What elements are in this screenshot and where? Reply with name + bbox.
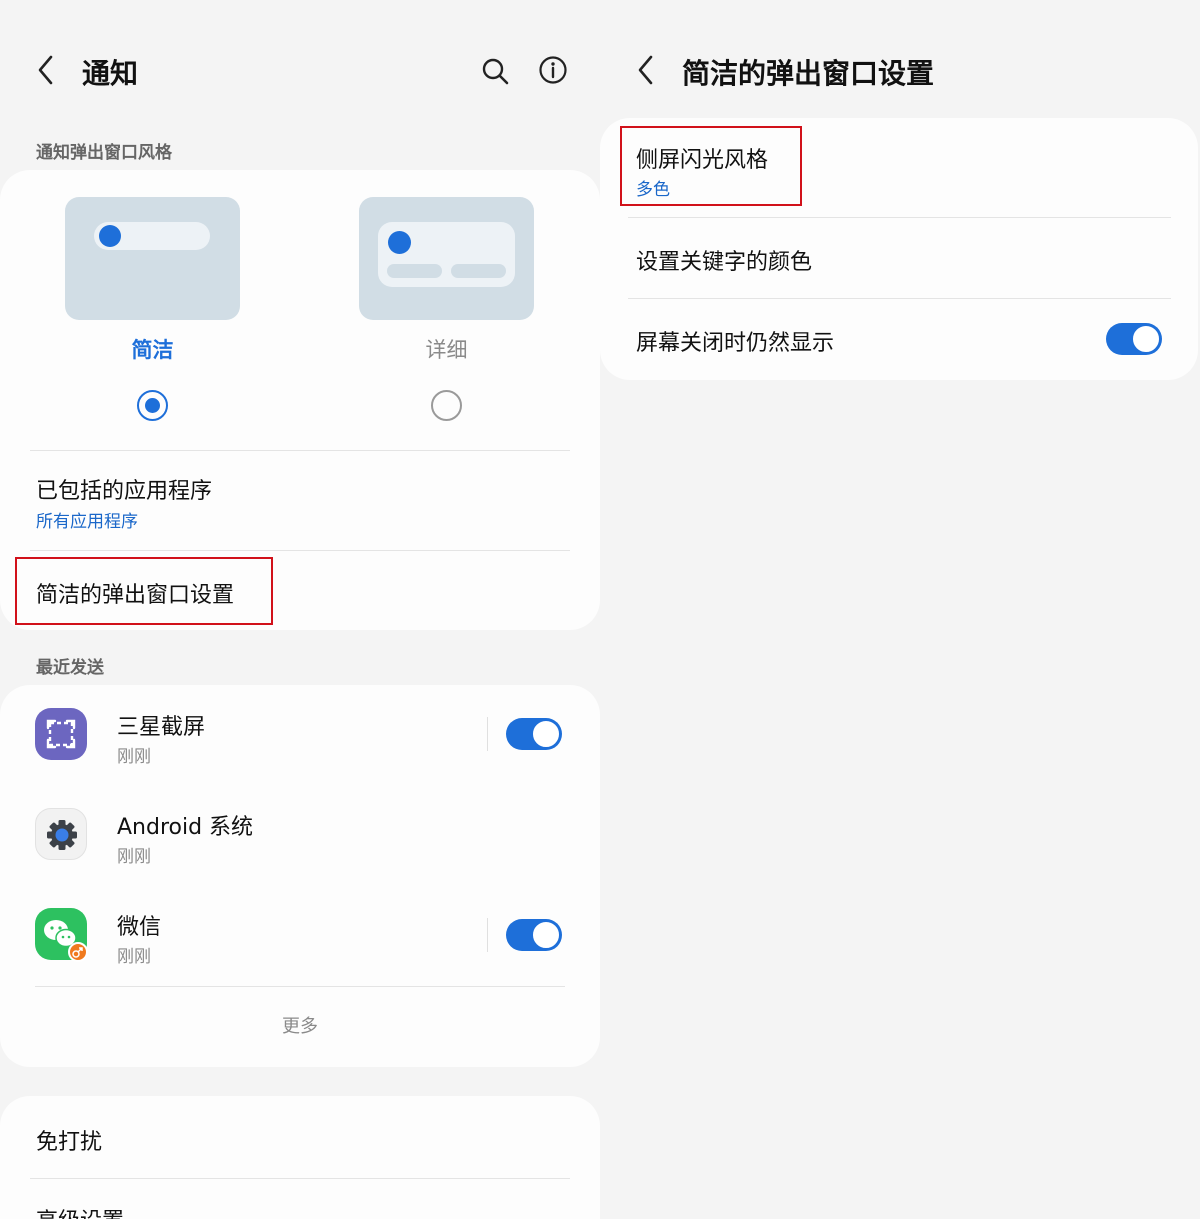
detailed-preview-dot bbox=[388, 231, 411, 254]
back-button[interactable] bbox=[28, 52, 64, 88]
info-icon bbox=[539, 56, 567, 84]
keyword-color-title: 设置关键字的颜色 bbox=[636, 250, 813, 275]
show-when-screen-off-title: 屏幕关闭时仍然显示 bbox=[636, 331, 835, 356]
brief-style-preview[interactable] bbox=[65, 197, 240, 320]
included-apps-title: 已包括的应用程序 bbox=[36, 479, 213, 504]
page-title: 通知 bbox=[82, 57, 139, 90]
link-icon bbox=[72, 947, 83, 958]
highlight-box bbox=[15, 557, 273, 625]
samsung-capture-toggle[interactable] bbox=[506, 718, 562, 750]
info-button[interactable] bbox=[536, 53, 570, 87]
toggle-knob bbox=[532, 921, 560, 949]
dnd-item[interactable]: 免打扰 bbox=[0, 1100, 600, 1178]
included-apps-subtitle: 所有应用程序 bbox=[36, 512, 138, 532]
detailed-preview-line-1 bbox=[387, 264, 442, 278]
gear-icon bbox=[47, 820, 77, 850]
advanced-settings-item[interactable]: 高级设置 bbox=[0, 1179, 600, 1219]
radio-detailed[interactable] bbox=[431, 390, 462, 421]
app-name: Android 系统 bbox=[117, 815, 254, 840]
separator bbox=[487, 918, 488, 952]
chevron-left-icon bbox=[638, 55, 653, 85]
show-when-screen-off-toggle[interactable] bbox=[1106, 323, 1162, 355]
app-time: 刚刚 bbox=[117, 847, 151, 867]
dnd-title: 免打扰 bbox=[36, 1130, 103, 1155]
dual-app-badge-icon bbox=[68, 942, 88, 962]
search-icon bbox=[482, 58, 509, 85]
detailed-preview-line-2 bbox=[451, 264, 506, 278]
radio-brief-dot bbox=[145, 398, 160, 413]
page-title: 简洁的弹出窗口设置 bbox=[682, 57, 935, 90]
android-system-app-icon bbox=[35, 808, 87, 860]
separator bbox=[487, 717, 488, 751]
app-name: 微信 bbox=[117, 915, 162, 940]
chevron-left-icon bbox=[38, 55, 53, 85]
app-name: 三星截屏 bbox=[117, 715, 206, 740]
back-button[interactable] bbox=[628, 52, 664, 88]
divider bbox=[35, 986, 565, 987]
keyword-color-item[interactable]: 设置关键字的颜色 bbox=[600, 218, 1198, 298]
style-label-brief: 简洁 bbox=[131, 338, 174, 362]
included-apps-item[interactable]: 已包括的应用程序 所有应用程序 bbox=[0, 451, 600, 549]
app-time: 刚刚 bbox=[117, 747, 151, 767]
style-label-detailed: 详细 bbox=[425, 338, 468, 362]
advanced-settings-title: 高级设置 bbox=[36, 1203, 124, 1219]
detailed-style-preview[interactable] bbox=[359, 197, 534, 320]
section-label-recent: 最近发送 bbox=[36, 658, 104, 678]
more-button[interactable]: 更多 bbox=[0, 1012, 600, 1038]
list-item[interactable]: Android 系统 刚刚 bbox=[0, 790, 600, 885]
app-time: 刚刚 bbox=[117, 947, 151, 967]
radio-brief[interactable] bbox=[137, 390, 168, 421]
highlight-box bbox=[620, 126, 802, 206]
brief-preview-dot bbox=[99, 225, 121, 247]
search-button[interactable] bbox=[478, 54, 512, 88]
section-label-popup-style: 通知弹出窗口风格 bbox=[36, 143, 172, 163]
screenshot-icon bbox=[46, 719, 76, 749]
toggle-knob bbox=[1132, 325, 1160, 353]
toggle-knob bbox=[532, 720, 560, 748]
wechat-toggle[interactable] bbox=[506, 919, 562, 951]
samsung-capture-app-icon bbox=[35, 708, 87, 760]
